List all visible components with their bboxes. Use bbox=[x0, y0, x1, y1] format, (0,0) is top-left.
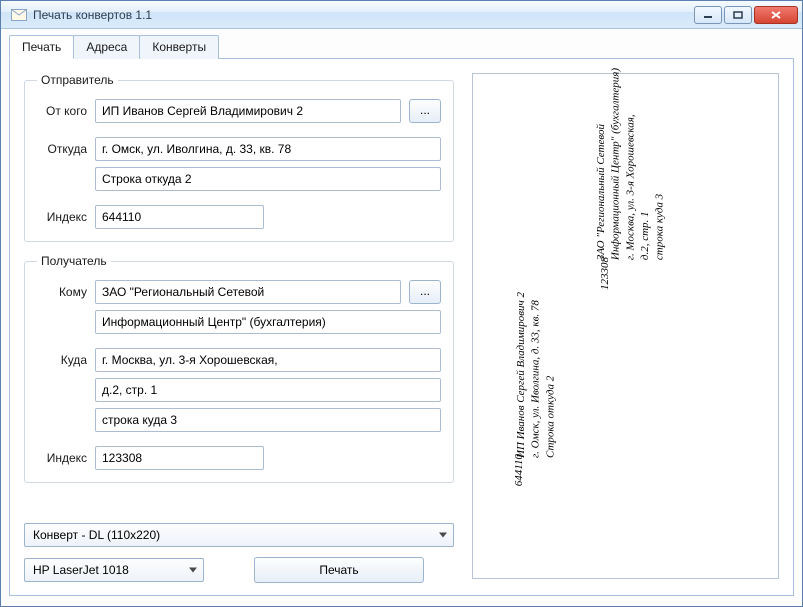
client-area: Печать Адреса Конверты Отправитель От ко… bbox=[1, 29, 802, 606]
preview-recipient-block: ЗАО "Региональный Сетевой Информационный… bbox=[595, 68, 666, 260]
recipient-addr-line1-input[interactable] bbox=[95, 348, 441, 372]
tab-strip: Печать Адреса Конверты bbox=[9, 35, 794, 59]
sender-legend: Отправитель bbox=[37, 73, 118, 87]
tab-content: Отправитель От кого ... Откуда Инде bbox=[9, 58, 794, 596]
chevron-down-icon bbox=[189, 568, 197, 573]
window-title: Печать конвертов 1.1 bbox=[33, 8, 694, 22]
preview-recipient-line: г. Москва, ул. 3-я Хорошевская, bbox=[624, 68, 637, 260]
preview-recipient-line: д.2, стр. 1 bbox=[639, 68, 652, 260]
recipient-addr-line3-input[interactable] bbox=[95, 408, 441, 432]
close-button[interactable] bbox=[754, 6, 798, 24]
preview-recipient-line: ЗАО "Региональный Сетевой bbox=[595, 68, 608, 260]
recipient-addr-line2-input[interactable] bbox=[95, 378, 441, 402]
sender-addr-line1-input[interactable] bbox=[95, 137, 441, 161]
titlebar: Печать конвертов 1.1 bbox=[1, 1, 802, 29]
recipient-group: Получатель Кому ... Куда bbox=[24, 254, 454, 483]
maximize-button[interactable] bbox=[724, 6, 752, 24]
recipient-index-input[interactable] bbox=[95, 446, 264, 470]
printer-value: HP LaserJet 1018 bbox=[33, 563, 129, 577]
sender-addr-line2-input[interactable] bbox=[95, 167, 441, 191]
recipient-index-label: Индекс bbox=[37, 451, 95, 465]
preview-sender-line: Строка откуда 2 bbox=[544, 292, 557, 458]
recipient-to-line1-input[interactable] bbox=[95, 280, 401, 304]
sender-addr-label: Откуда bbox=[37, 142, 95, 156]
envelope-preview: ИП Иванов Сергей Владимирович 2 г. Омск,… bbox=[472, 73, 779, 579]
preview-sender-block: ИП Иванов Сергей Владимирович 2 г. Омск,… bbox=[515, 292, 557, 458]
sender-group: Отправитель От кого ... Откуда Инде bbox=[24, 73, 454, 242]
preview-recipient-index: 123308 bbox=[599, 257, 611, 290]
recipient-legend: Получатель bbox=[37, 254, 111, 268]
envelope-icon bbox=[11, 7, 27, 23]
sender-from-input[interactable] bbox=[95, 99, 401, 123]
tab-addresses[interactable]: Адреса bbox=[73, 35, 140, 59]
preview-sender-line: ИП Иванов Сергей Владимирович 2 bbox=[515, 292, 528, 458]
envelope-format-select[interactable]: Конверт - DL (110x220) bbox=[24, 523, 454, 547]
sender-from-label: От кого bbox=[37, 104, 95, 118]
minimize-button[interactable] bbox=[694, 6, 722, 24]
preview-sender-line: г. Омск, ул. Иволгина, д. 33, кв. 78 bbox=[530, 292, 543, 458]
envelope-format-value: Конверт - DL (110x220) bbox=[33, 528, 160, 542]
recipient-to-line2-input[interactable] bbox=[95, 310, 441, 334]
preview-recipient-line: строка куда 3 bbox=[654, 68, 667, 260]
sender-index-label: Индекс bbox=[37, 210, 95, 224]
sender-browse-button[interactable]: ... bbox=[409, 99, 441, 123]
tab-print[interactable]: Печать bbox=[9, 35, 74, 59]
sender-index-input[interactable] bbox=[95, 205, 264, 229]
recipient-to-label: Кому bbox=[37, 285, 95, 299]
tab-envelopes[interactable]: Конверты bbox=[139, 35, 219, 59]
preview-recipient-line: Информационный Центр" (бухгалтерия) bbox=[610, 68, 623, 260]
printer-select[interactable]: HP LaserJet 1018 bbox=[24, 558, 204, 582]
print-button[interactable]: Печать bbox=[254, 557, 424, 583]
recipient-addr-label: Куда bbox=[37, 353, 95, 367]
recipient-browse-button[interactable]: ... bbox=[409, 280, 441, 304]
preview-sender-index: 644110 bbox=[513, 454, 525, 486]
chevron-down-icon bbox=[439, 533, 447, 538]
